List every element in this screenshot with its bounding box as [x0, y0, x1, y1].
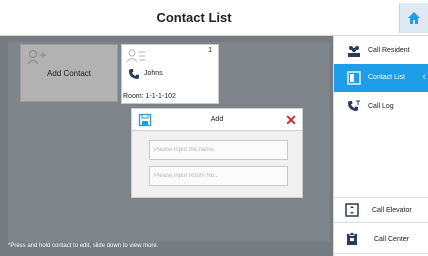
chevron-left-icon: ‹ [422, 71, 426, 83]
phone-icon [129, 69, 139, 79]
sidebar: Call Resident Contact List ‹ Call Log Ca… [333, 36, 428, 256]
contact-number: 1 [208, 47, 212, 54]
add-contact-tile[interactable]: Add Contact [20, 44, 118, 102]
sidebar-item-call-center[interactable]: Call Center [334, 226, 428, 254]
hint-text: *Press and hold contact to edit, slide d… [8, 243, 159, 249]
page-title: Contact List [156, 10, 232, 25]
add-contact-dialog: Add ✕ [131, 108, 303, 198]
close-icon[interactable]: ✕ [284, 112, 298, 128]
contact-book-icon [347, 71, 361, 85]
dialog-title: Add [210, 116, 224, 123]
sidebar-item-label: Call Log [368, 103, 394, 110]
sidebar-item-label: Call Center [374, 236, 410, 243]
contact-room: Room: 1-1-1-102 [123, 93, 176, 100]
add-contact-label: Add Contact [46, 69, 92, 78]
home-button[interactable] [399, 3, 428, 33]
contact-name: Johns [144, 70, 163, 77]
dialog-header: Add ✕ [132, 109, 302, 131]
home-icon [408, 12, 420, 24]
sidebar-item-call-resident[interactable]: Call Resident [334, 38, 428, 64]
residents-icon [348, 46, 360, 57]
call-center-icon [347, 232, 357, 245]
room-number-input[interactable] [149, 166, 288, 186]
sidebar-item-call-elevator[interactable]: Call Elevator [334, 197, 428, 223]
sidebar-item-label: Call Elevator [372, 207, 412, 214]
contact-tile[interactable]: 1 Johns Room: 1-1-1-102 [121, 44, 219, 104]
contact-list-icon [126, 49, 145, 63]
sidebar-item-contact-list[interactable]: Contact List ‹ [334, 64, 428, 92]
sidebar-item-label: Contact List [368, 74, 405, 81]
add-person-icon [27, 50, 46, 65]
header-bar: Contact List [0, 0, 428, 36]
elevator-icon [345, 203, 359, 217]
sidebar-item-label: Call Resident [368, 47, 410, 54]
call-log-icon [348, 100, 360, 111]
name-input[interactable] [149, 140, 288, 160]
sidebar-item-call-log[interactable]: Call Log [334, 94, 428, 120]
